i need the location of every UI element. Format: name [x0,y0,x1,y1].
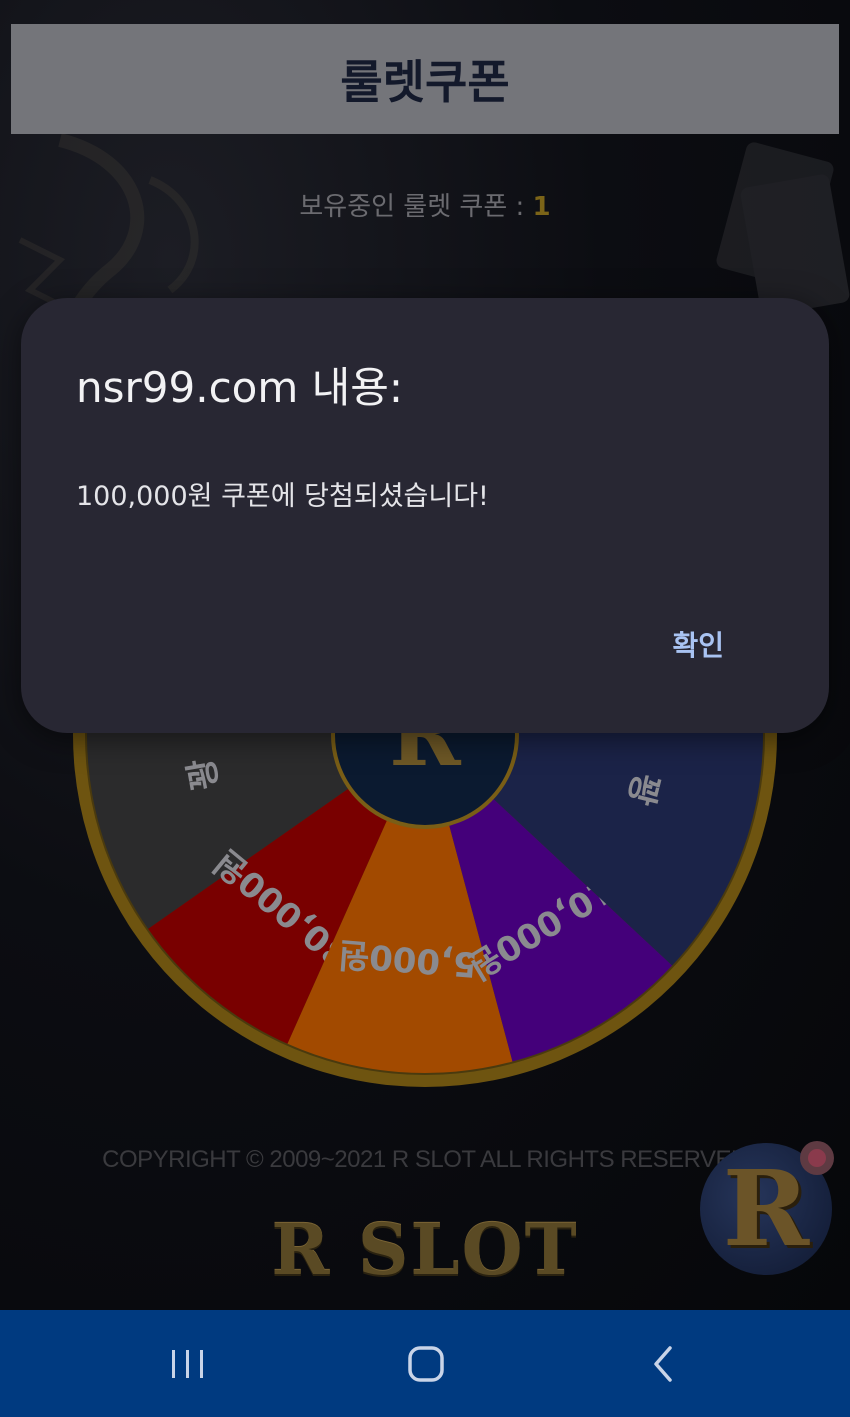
coupon-status-label: 보유중인 룰렛 쿠폰 : [299,192,533,222]
system-navigation-bar [0,1310,850,1417]
dialog-title: nsr99.com 내용: [76,363,404,412]
header-bar: 룰렛쿠폰 [11,24,839,134]
home-button[interactable] [366,1310,486,1417]
back-button[interactable] [604,1310,724,1417]
ok-button[interactable]: 확인 [672,624,724,664]
page-title: 룰렛쿠폰 [340,55,510,109]
r-logo-icon: R [722,1147,810,1270]
coupon-count: 1 [532,192,551,222]
alert-dialog: nsr99.com 내용: 100,000원 쿠폰에 당첨되셨습니다! 확인 [21,298,829,733]
coupon-status: 보유중인 룰렛 쿠폰 : 1 [0,186,850,223]
recent-apps-button[interactable] [128,1310,248,1417]
dialog-message: 100,000원 쿠폰에 당첨되셨습니다! [76,481,489,512]
recent-apps-icon [172,1349,203,1378]
home-icon [408,1345,444,1382]
back-icon [654,1345,672,1382]
notification-dot-icon [800,1141,834,1175]
